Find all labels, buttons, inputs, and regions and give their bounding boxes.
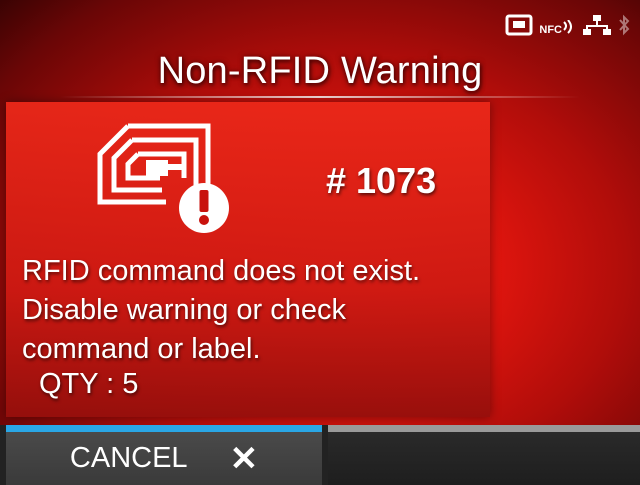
softkey-bar: CANCEL ✕ xyxy=(0,425,640,485)
empty-softkey[interactable] xyxy=(328,425,640,485)
bluetooth-icon xyxy=(618,14,630,41)
card-slot-icon xyxy=(505,14,533,41)
error-message-line: Disable warning or check xyxy=(22,294,346,326)
error-message-line: command or label. xyxy=(22,333,261,365)
screen: NFC Non-RFID Warning # 1073 RFID command… xyxy=(0,0,640,485)
quantity-label: QTY : 5 xyxy=(39,368,139,400)
header: NFC Non-RFID Warning xyxy=(0,0,640,100)
cancel-label: CANCEL xyxy=(69,442,188,474)
page-title: Non-RFID Warning xyxy=(157,50,483,92)
error-message-line: RFID command does not exist. xyxy=(22,255,421,287)
rfid-error-icon xyxy=(96,122,236,233)
error-message: RFID command does not exist. Disable war… xyxy=(22,252,420,369)
nfc-icon: NFC xyxy=(539,19,576,36)
network-icon xyxy=(582,14,612,41)
close-icon: ✕ xyxy=(229,439,259,478)
error-code: # 1073 xyxy=(326,160,437,201)
title-divider xyxy=(60,96,580,98)
cancel-button[interactable]: CANCEL ✕ xyxy=(6,425,322,485)
error-panel: # 1073 RFID command does not exist. Disa… xyxy=(6,102,490,417)
status-bar: NFC xyxy=(505,14,630,41)
nfc-label: NFC xyxy=(539,23,562,36)
